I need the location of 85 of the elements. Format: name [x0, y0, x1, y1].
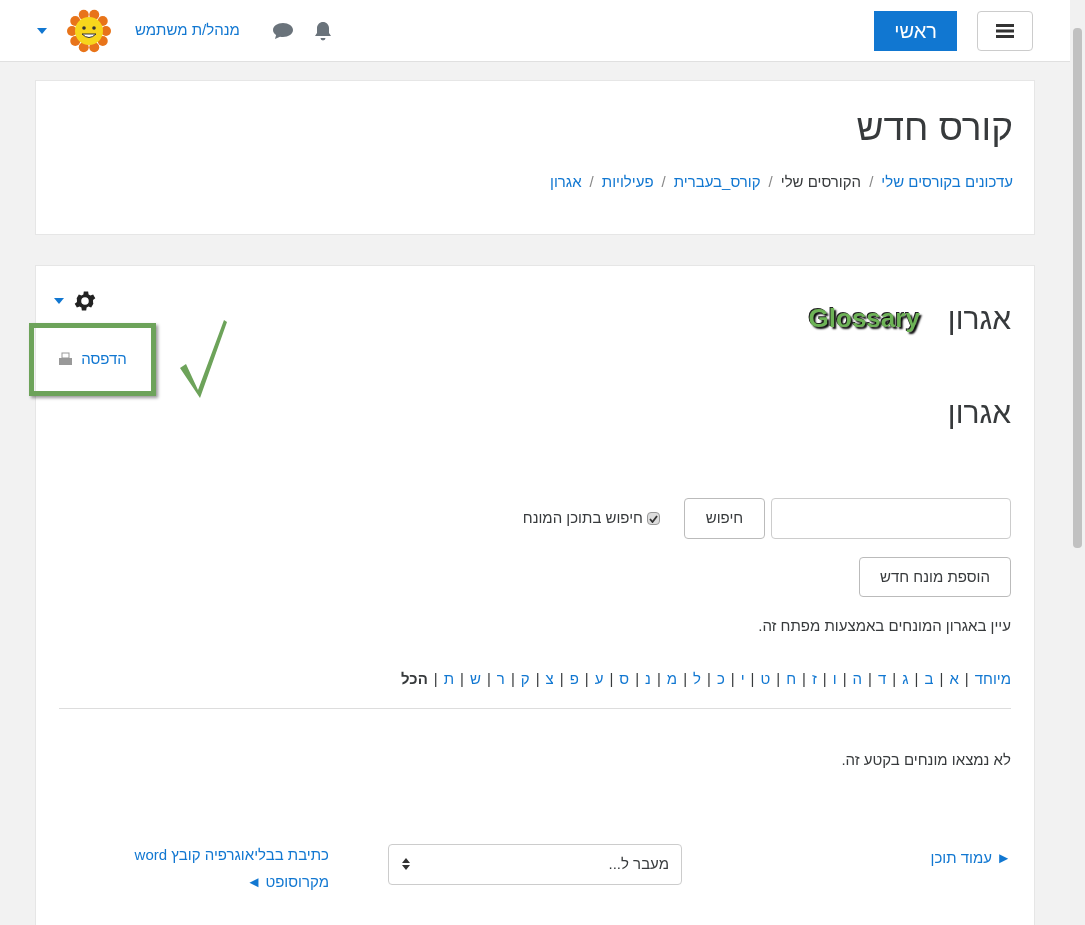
- letter-filter[interactable]: מיוחד: [974, 667, 1011, 690]
- course-title: קורס חדש: [855, 106, 1013, 150]
- letter-separator: |: [656, 668, 661, 689]
- check-icon: [649, 514, 658, 523]
- letter-separator: |: [683, 668, 688, 689]
- breadcrumb-link[interactable]: אגרון: [550, 171, 582, 194]
- letter-separator: |: [914, 668, 919, 689]
- letter-separator: |: [730, 668, 735, 689]
- breadcrumb-separator: /: [589, 172, 594, 193]
- add-entry-button[interactable]: הוספת מונח חדש: [859, 557, 1011, 597]
- letter-separator: |: [892, 668, 897, 689]
- letter-filter[interactable]: א: [949, 667, 959, 690]
- letter-filter[interactable]: י: [740, 667, 745, 690]
- letter-separator: |: [584, 668, 589, 689]
- next-activity-link[interactable]: כתיבת בבליאוגרפיה קובץ word מקרוסופט ◄: [99, 840, 329, 895]
- letter-separator: |: [609, 668, 614, 689]
- letter-separator: |: [460, 668, 464, 689]
- letter-separator: |: [776, 668, 781, 689]
- letter-separator: |: [964, 668, 969, 689]
- letter-separator: |: [802, 668, 806, 689]
- letter-filter[interactable]: ח: [786, 667, 797, 690]
- bell-icon[interactable]: [313, 20, 332, 41]
- breadcrumb-text: הקורסים שלי: [780, 172, 862, 193]
- letter-separator: |: [559, 668, 564, 689]
- printer-icon: [58, 352, 74, 366]
- letter-separator: |: [433, 668, 438, 689]
- letter-separator: |: [868, 668, 872, 689]
- sort-arrows-icon: [401, 858, 411, 870]
- caret-icon[interactable]: [37, 27, 47, 34]
- empty-message: לא נמצאו מונחים בקטע זה.: [840, 750, 1011, 770]
- letter-filter[interactable]: ק: [520, 667, 530, 690]
- home-button[interactable]: ראשי: [874, 10, 957, 51]
- caret-icon[interactable]: [54, 298, 64, 304]
- letter-separator: |: [486, 668, 491, 689]
- letter-filter[interactable]: ר: [496, 667, 505, 690]
- breadcrumb-link[interactable]: עדכונים בקורסים שלי: [881, 171, 1013, 194]
- menu-icon: [996, 23, 1014, 38]
- menu-button[interactable]: [977, 10, 1033, 51]
- chat-icon[interactable]: [271, 21, 294, 40]
- activity-title: אגרון: [947, 301, 1011, 337]
- letter-separator: |: [635, 668, 640, 689]
- letter-filter[interactable]: ש: [470, 667, 481, 690]
- letter-filter[interactable]: ז: [812, 667, 817, 690]
- letter-filter[interactable]: נ: [645, 667, 651, 690]
- letter-separator: |: [510, 668, 515, 689]
- letter-filter[interactable]: ל: [693, 667, 701, 690]
- letter-separator: |: [822, 668, 827, 689]
- letter-filter[interactable]: ב: [924, 667, 934, 690]
- settings-icon[interactable]: [72, 288, 98, 314]
- letter-separator: |: [750, 668, 755, 689]
- letter-filter[interactable]: ע: [594, 667, 604, 690]
- print-link[interactable]: הדפסה: [58, 347, 127, 371]
- breadcrumb-link[interactable]: פעילויות: [601, 171, 654, 194]
- search-button[interactable]: חיפוש: [684, 498, 765, 539]
- letter-separator: |: [939, 668, 944, 689]
- letter-separator: |: [535, 668, 540, 689]
- letter-separator: |: [707, 668, 711, 689]
- glossary-annotation: Glossary: [808, 302, 920, 335]
- breadcrumb-separator: /: [869, 172, 874, 193]
- checkmark-annotation-icon: [178, 318, 228, 400]
- letter-filter[interactable]: מ: [666, 667, 678, 690]
- checkbox-label: חיפוש בתוכן המונח: [522, 508, 643, 529]
- letter-filter[interactable]: פ: [569, 667, 579, 690]
- breadcrumb-link[interactable]: קורס_בעברית: [673, 171, 761, 194]
- letter-filter[interactable]: ט: [760, 667, 771, 690]
- letter-filter[interactable]: ד: [878, 667, 887, 690]
- checkbox[interactable]: [647, 512, 660, 525]
- browse-hint: עיין באגרון המונחים באמצעות מפתח זה.: [757, 616, 1011, 636]
- letter-filter[interactable]: ו: [832, 667, 837, 690]
- letter-filter[interactable]: צ: [545, 667, 554, 690]
- letter-filter[interactable]: ס: [619, 667, 630, 690]
- user-name-link[interactable]: מנהל/ת משתמש: [135, 19, 240, 42]
- letter-filter[interactable]: הכל: [401, 667, 428, 690]
- breadcrumb-separator: /: [768, 172, 773, 193]
- previous-activity-link[interactable]: ► עמוד תוכן: [741, 843, 1011, 869]
- letter-filter[interactable]: כ: [716, 667, 725, 690]
- letter-filter[interactable]: ה: [852, 667, 863, 690]
- letter-filter[interactable]: ת: [443, 667, 455, 690]
- jump-to-select[interactable]: מעבר ל...: [388, 843, 682, 885]
- glossary-heading: אגרון: [946, 395, 1011, 431]
- search-input-field[interactable]: [771, 498, 1011, 539]
- breadcrumb-separator: /: [661, 172, 666, 193]
- sun-avatar-icon: [67, 8, 111, 53]
- letter-filter[interactable]: ג: [902, 667, 909, 690]
- letter-separator: |: [842, 668, 847, 689]
